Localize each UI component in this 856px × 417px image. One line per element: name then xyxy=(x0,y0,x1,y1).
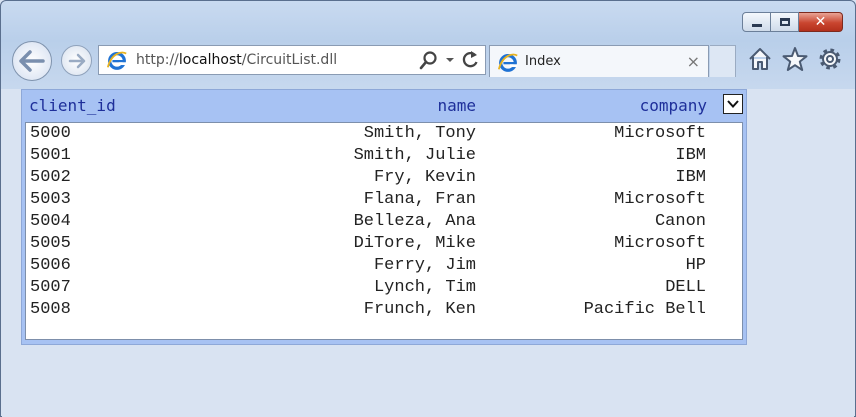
cell-company: Canon xyxy=(654,212,706,231)
cell-client-id: 5000 xyxy=(30,124,71,143)
cell-name: Lynch, Tim xyxy=(373,278,476,297)
cell-company: Microsoft xyxy=(614,124,706,143)
grid-body: 5000 Smith, Tony Microsoft 5001 Smith, Julie… xyxy=(25,122,743,340)
arrow-left-icon xyxy=(19,50,45,72)
address-tools xyxy=(419,50,479,70)
cell-company: Microsoft xyxy=(614,190,706,209)
chevron-down-icon xyxy=(727,100,739,108)
url-host: localhost xyxy=(178,52,242,68)
maximize-icon xyxy=(779,18,790,26)
table-row[interactable]: 5005 DiTore, Mike Microsoft xyxy=(26,233,742,255)
cell-client-id: 5001 xyxy=(30,146,71,165)
browser-tools xyxy=(747,46,843,72)
cell-client-id: 5002 xyxy=(30,168,71,187)
cell-company: DELL xyxy=(665,278,706,297)
cell-client-id: 5007 xyxy=(30,278,71,297)
page-content: client_id name company 5000 Smith, Tony Mi… xyxy=(2,89,854,417)
cell-name: Ferry, Jim xyxy=(373,256,476,275)
cell-company: HP xyxy=(685,256,706,275)
refresh-icon[interactable] xyxy=(461,50,479,70)
cell-name: Smith, Tony xyxy=(363,124,476,143)
table-row[interactable]: 5004 Belleza, Ana Canon xyxy=(26,211,742,233)
chevron-down-icon[interactable] xyxy=(445,56,455,64)
window-caption-buttons: ✕ xyxy=(742,12,843,32)
arrow-right-icon xyxy=(68,53,85,68)
maximize-button[interactable] xyxy=(771,12,799,32)
home-icon[interactable] xyxy=(747,46,773,72)
star-icon[interactable] xyxy=(782,46,808,72)
cell-name: Belleza, Ana xyxy=(353,212,476,231)
column-header-company[interactable]: company xyxy=(640,96,707,115)
table-row[interactable]: 5000 Smith, Tony Microsoft xyxy=(26,123,742,145)
ie-logo-icon xyxy=(106,51,127,70)
minimize-icon xyxy=(751,23,762,27)
cell-name: Smith, Julie xyxy=(353,146,476,165)
close-window-button[interactable]: ✕ xyxy=(799,12,843,32)
new-tab-button[interactable] xyxy=(710,45,736,77)
minimize-button[interactable] xyxy=(742,12,771,32)
cell-client-id: 5006 xyxy=(30,256,71,275)
table-row[interactable]: 5002 Fry, Kevin IBM xyxy=(26,167,742,189)
cell-name: Frunch, Ken xyxy=(363,300,476,319)
cell-client-id: 5003 xyxy=(30,190,71,209)
table-row[interactable]: 5008 Frunch, Ken Pacific Bell xyxy=(26,299,742,321)
table-row[interactable]: 5006 Ferry, Jim HP xyxy=(26,255,742,277)
tab-title: Index xyxy=(525,54,561,69)
cell-client-id: 5008 xyxy=(30,300,71,319)
tab-close-icon[interactable]: × xyxy=(687,52,700,71)
cell-client-id: 5004 xyxy=(30,212,71,231)
url-text[interactable]: http://localhost/CircuitList.dll xyxy=(136,52,337,68)
close-icon: ✕ xyxy=(814,14,827,30)
cell-client-id: 5005 xyxy=(30,234,71,253)
forward-button[interactable] xyxy=(61,45,92,76)
column-header-client-id[interactable]: client_id xyxy=(29,96,116,115)
table-row[interactable]: 5001 Smith, Julie IBM xyxy=(26,145,742,167)
url-prefix: http:// xyxy=(136,52,179,68)
column-dropdown-button[interactable] xyxy=(723,94,743,114)
browser-window: ✕ http://localhost/CircuitList.dll Index… xyxy=(0,0,856,417)
address-bar[interactable]: http://localhost/CircuitList.dll xyxy=(98,45,486,75)
ie-tab-icon xyxy=(497,53,518,72)
table-row[interactable]: 5003 Flana, Fran Microsoft xyxy=(26,189,742,211)
cell-name: Flana, Fran xyxy=(363,190,476,209)
grid-header: client_id name company xyxy=(22,90,746,120)
gear-icon[interactable] xyxy=(817,46,843,72)
search-icon[interactable] xyxy=(419,50,439,70)
circuit-list-grid: client_id name company 5000 Smith, Tony Mi… xyxy=(21,89,747,345)
url-path: /CircuitList.dll xyxy=(241,52,338,68)
back-button[interactable] xyxy=(12,41,52,81)
cell-name: DiTore, Mike xyxy=(353,234,476,253)
tab-index[interactable]: Index × xyxy=(489,45,709,77)
cell-company: IBM xyxy=(675,146,706,165)
cell-company: IBM xyxy=(675,168,706,187)
cell-name: Fry, Kevin xyxy=(373,168,476,187)
cell-company: Microsoft xyxy=(614,234,706,253)
table-row[interactable]: 5007 Lynch, Tim DELL xyxy=(26,277,742,299)
cell-company: Pacific Bell xyxy=(583,300,706,319)
column-header-name[interactable]: name xyxy=(437,96,476,115)
